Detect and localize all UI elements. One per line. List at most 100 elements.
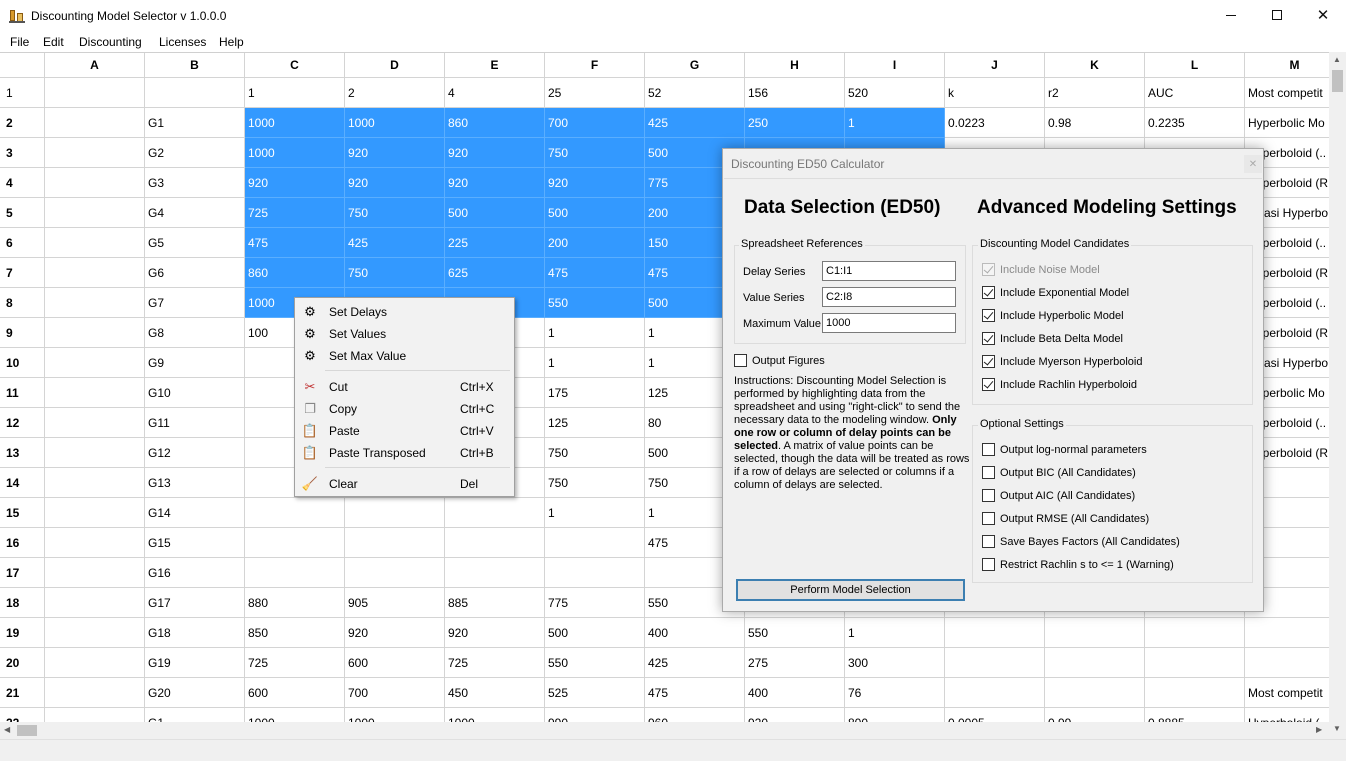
grid-cell[interactable]: 905 [345, 588, 445, 618]
grid-cell[interactable]: G14 [145, 498, 245, 528]
grid-cell[interactable]: Most competit [1245, 78, 1329, 108]
candidate-checkbox[interactable]: Include Exponential Model [982, 286, 1129, 299]
grid-cell[interactable] [1245, 618, 1329, 648]
row-header[interactable]: 7 [0, 258, 45, 288]
grid-cell[interactable]: G11 [145, 408, 245, 438]
grid-cell[interactable] [1145, 648, 1245, 678]
grid-cell[interactable]: 850 [245, 618, 345, 648]
grid-cell[interactable]: 156 [745, 78, 845, 108]
menu-help[interactable]: Help [219, 35, 244, 49]
grid-corner[interactable] [0, 53, 45, 78]
grid-cell[interactable]: 4 [445, 78, 545, 108]
grid-cell[interactable]: 625 [445, 258, 545, 288]
grid-cell[interactable] [45, 438, 145, 468]
grid-cell[interactable]: 960 [645, 708, 745, 722]
row-header[interactable]: 13 [0, 438, 45, 468]
row-header[interactable]: 14 [0, 468, 45, 498]
grid-cell[interactable]: 400 [745, 678, 845, 708]
grid-cell[interactable] [45, 708, 145, 722]
dialog-close-button[interactable]: ✕ [1244, 155, 1262, 173]
grid-cell[interactable]: 475 [245, 228, 345, 258]
row-header[interactable]: 1 [0, 78, 45, 108]
optional-setting-checkbox[interactable]: Restrict Rachlin s to <= 1 (Warning) [982, 558, 1174, 571]
grid-cell[interactable]: G7 [145, 288, 245, 318]
grid-cell[interactable]: 2 [345, 78, 445, 108]
grid-cell[interactable]: 1 [545, 318, 645, 348]
grid-cell[interactable] [45, 558, 145, 588]
ctx-clear[interactable]: 🧹 Clear Del [295, 473, 514, 495]
row-header[interactable]: 15 [0, 498, 45, 528]
horizontal-scrollbar[interactable]: ◀ ▶ [0, 722, 1329, 739]
grid-cell[interactable]: 800 [845, 708, 945, 722]
grid-cell[interactable] [345, 558, 445, 588]
ctx-set-max-value[interactable]: ⚙ Set Max Value [295, 345, 514, 367]
column-header-f[interactable]: F [545, 53, 645, 78]
grid-cell[interactable]: G6 [145, 258, 245, 288]
row-header[interactable]: 9 [0, 318, 45, 348]
grid-cell[interactable] [345, 528, 445, 558]
grid-cell[interactable] [445, 558, 545, 588]
grid-cell[interactable] [45, 468, 145, 498]
grid-cell[interactable]: 920 [345, 138, 445, 168]
row-header[interactable]: 22 [0, 708, 45, 722]
grid-cell[interactable]: 1000 [445, 708, 545, 722]
grid-cell[interactable]: 920 [745, 708, 845, 722]
grid-cell[interactable]: 25 [545, 78, 645, 108]
grid-cell[interactable]: 200 [545, 228, 645, 258]
grid-cell[interactable]: 520 [845, 78, 945, 108]
grid-cell[interactable] [45, 498, 145, 528]
row-header[interactable]: 10 [0, 348, 45, 378]
grid-cell[interactable]: 1 [245, 78, 345, 108]
grid-cell[interactable]: G15 [145, 528, 245, 558]
grid-cell[interactable]: 920 [345, 168, 445, 198]
grid-cell[interactable]: G19 [145, 648, 245, 678]
grid-cell[interactable]: G1 [145, 108, 245, 138]
grid-cell[interactable]: 52 [645, 78, 745, 108]
row-header[interactable]: 2 [0, 108, 45, 138]
column-header-d[interactable]: D [345, 53, 445, 78]
grid-cell[interactable]: 0.0005 [945, 708, 1045, 722]
grid-cell[interactable]: 250 [745, 108, 845, 138]
grid-cell[interactable]: 750 [345, 258, 445, 288]
grid-cell[interactable]: 920 [345, 618, 445, 648]
grid-cell[interactable] [45, 408, 145, 438]
optional-setting-checkbox[interactable]: Save Bayes Factors (All Candidates) [982, 535, 1180, 548]
grid-cell[interactable]: G17 [145, 588, 245, 618]
grid-cell[interactable] [45, 678, 145, 708]
close-button[interactable]: ✕ [1300, 0, 1346, 30]
grid-cell[interactable]: 550 [545, 288, 645, 318]
grid-cell[interactable]: 1000 [245, 108, 345, 138]
optional-setting-checkbox[interactable]: Output log-normal parameters [982, 443, 1147, 456]
grid-cell[interactable] [1045, 648, 1145, 678]
column-header-i[interactable]: I [845, 53, 945, 78]
grid-cell[interactable] [345, 498, 445, 528]
scroll-left-icon[interactable]: ◀ [4, 725, 10, 734]
grid-cell[interactable] [45, 138, 145, 168]
grid-cell[interactable]: 0.8885 [1145, 708, 1245, 722]
grid-cell[interactable]: 750 [545, 438, 645, 468]
grid-cell[interactable]: G20 [145, 678, 245, 708]
grid-cell[interactable] [945, 678, 1045, 708]
grid-cell[interactable]: 725 [245, 198, 345, 228]
grid-cell[interactable]: 725 [445, 648, 545, 678]
ctx-paste[interactable]: 📋 Paste Ctrl+V [295, 420, 514, 442]
grid-cell[interactable]: 450 [445, 678, 545, 708]
grid-cell[interactable]: 1 [845, 618, 945, 648]
row-header[interactable]: 5 [0, 198, 45, 228]
ctx-paste-transposed[interactable]: 📋 Paste Transposed Ctrl+B [295, 442, 514, 464]
grid-cell[interactable]: 600 [245, 678, 345, 708]
grid-cell[interactable]: 860 [245, 258, 345, 288]
grid-cell[interactable]: k [945, 78, 1045, 108]
grid-cell[interactable]: 425 [645, 648, 745, 678]
grid-cell[interactable] [45, 228, 145, 258]
row-header[interactable]: 8 [0, 288, 45, 318]
optional-setting-checkbox[interactable]: Output BIC (All Candidates) [982, 466, 1136, 479]
grid-cell[interactable] [45, 378, 145, 408]
grid-cell[interactable]: G2 [145, 138, 245, 168]
grid-cell[interactable]: 400 [645, 618, 745, 648]
grid-cell[interactable]: G18 [145, 618, 245, 648]
scroll-up-icon[interactable]: ▲ [1333, 55, 1341, 64]
menu-discounting[interactable]: Discounting [79, 35, 142, 49]
grid-cell[interactable]: 1 [545, 498, 645, 528]
column-header-g[interactable]: G [645, 53, 745, 78]
